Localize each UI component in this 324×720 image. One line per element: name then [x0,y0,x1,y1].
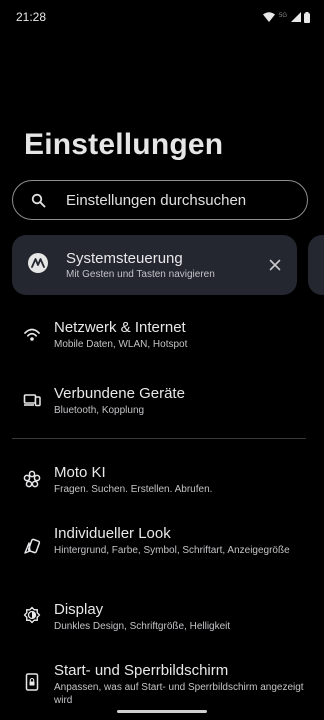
status-icons: 5G [262,11,310,23]
suggestion-subtitle: Mit Gesten und Tasten navigieren [66,269,215,280]
moto-ai-icon [23,470,41,488]
gesture-nav-handle[interactable] [117,710,207,713]
display-icon [23,606,41,624]
page-title: Einstellungen [24,128,224,161]
suggestion-card-systemsteuerung[interactable]: Systemsteuerung Mit Gesten und Tasten na… [12,235,297,295]
close-icon[interactable] [267,257,283,273]
connected-devices-icon [23,391,41,409]
settings-item-start-sperrbildschirm[interactable]: Start- und Sperrbildschirm Anpassen, was… [0,653,324,713]
item-summary: Anpassen, was auf Start- und Sperrbildsc… [54,682,304,706]
network-type-label: 5G [278,12,287,19]
settings-item-individueller-look[interactable]: Individueller Look Hintergrund, Farbe, S… [0,517,324,593]
item-title: Moto KI [54,464,106,481]
search-bar[interactable]: Einstellungen durchsuchen [12,180,308,220]
personalize-icon [23,538,41,556]
item-summary: Mobile Daten, WLAN, Hotspot [54,339,188,350]
status-time: 21:28 [16,10,47,24]
item-title: Start- und Sperrbildschirm [54,662,229,679]
settings-item-verbundene-geraete[interactable]: Verbundene Geräte Bluetooth, Kopplung [0,376,324,436]
item-summary: Fragen. Suchen. Erstellen. Abrufen. [54,484,213,495]
search-icon [31,193,46,213]
item-title: Verbundene Geräte [54,385,185,402]
section-divider [12,438,306,439]
settings-item-moto-ki[interactable]: Moto KI Fragen. Suchen. Erstellen. Abruf… [0,455,324,517]
status-bar: 21:28 5G [0,0,324,36]
cell-signal-icon [291,12,301,22]
item-title: Netzwerk & Internet [54,319,186,336]
settings-item-netzwerk[interactable]: Netzwerk & Internet Mobile Daten, WLAN, … [0,310,324,376]
battery-icon [304,11,310,23]
next-suggestion-card[interactable] [308,235,324,295]
item-summary: Hintergrund, Farbe, Symbol, Schriftart, … [54,545,290,556]
search-input[interactable]: Einstellungen durchsuchen [66,192,246,209]
settings-item-display[interactable]: Display Dunkles Design, Schriftgröße, He… [0,593,324,653]
suggestion-title: Systemsteuerung [66,250,183,267]
item-summary: Dunkles Design, Schriftgröße, Helligkeit [54,621,231,632]
motorola-logo-icon [28,253,48,273]
item-title: Display [54,601,104,618]
lock-screen-icon [23,673,41,691]
item-summary: Bluetooth, Kopplung [54,405,145,416]
wifi-icon [23,325,41,343]
item-title: Individueller Look [54,525,171,542]
wifi-icon [262,12,275,22]
